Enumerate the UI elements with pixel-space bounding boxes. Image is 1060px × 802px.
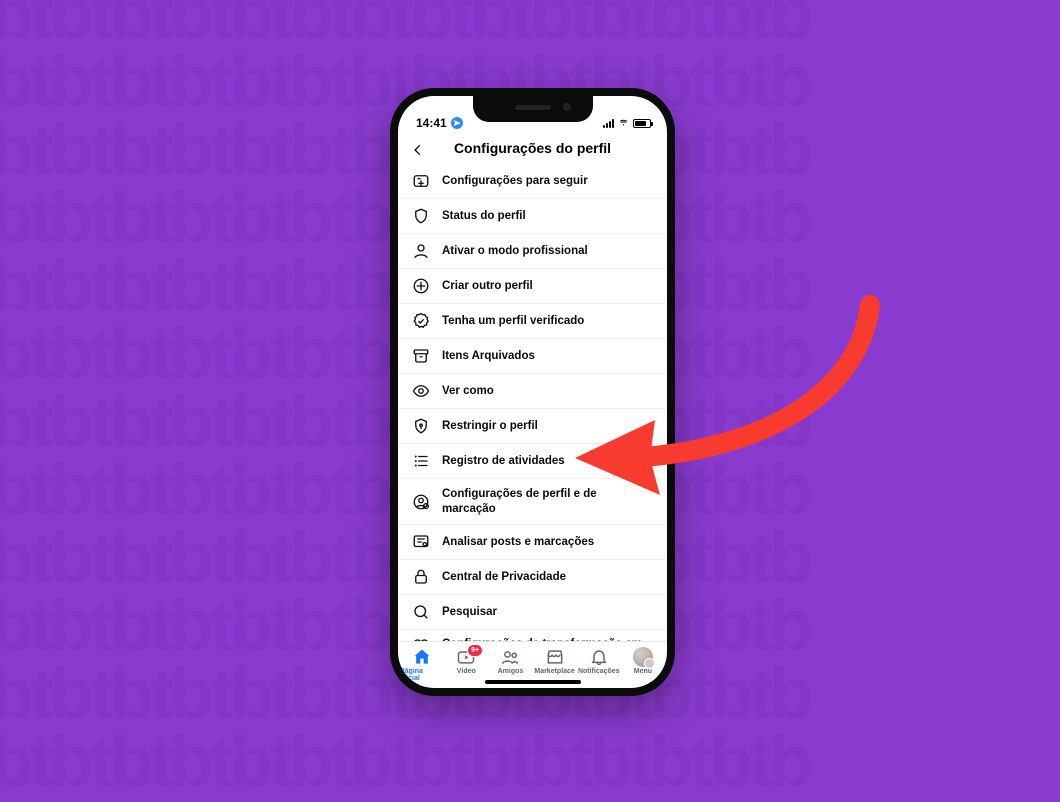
tab-bar: Página inicial 9+ Vídeo Amigos Marketpl [398, 641, 667, 688]
settings-item-label: Pesquisar [442, 605, 497, 619]
settings-item-memorial[interactable]: Configurações de transformação em memori… [398, 630, 667, 641]
phone-screen: 14:41 Configurações do perfil [398, 96, 667, 688]
settings-item-restrict[interactable]: Restringir o perfil [398, 409, 667, 444]
settings-item-tagging[interactable]: Configurações de perfil e de marcação [398, 479, 667, 525]
settings-item-label: Analisar posts e marcações [442, 535, 594, 549]
tab-menu[interactable]: Menu [621, 644, 665, 688]
settings-item-search[interactable]: Pesquisar [398, 595, 667, 630]
bell-icon [589, 647, 609, 667]
verified-badge-icon [412, 312, 430, 330]
shield-icon [412, 207, 430, 225]
settings-item-label: Ativar o modo profissional [442, 244, 588, 258]
tab-label: Marketplace [534, 668, 574, 675]
settings-item-professional[interactable]: Ativar o modo profissional [398, 234, 667, 269]
nav-header: Configurações do perfil [398, 132, 667, 164]
settings-item-label: Registro de atividades [442, 454, 565, 468]
cellular-icon [603, 118, 614, 128]
lock-icon [412, 568, 430, 586]
settings-item-privacy-center[interactable]: Central de Privacidade [398, 560, 667, 595]
tab-video[interactable]: 9+ Vídeo [444, 644, 488, 688]
battery-icon [633, 119, 651, 128]
settings-item-label: Restringir o perfil [442, 419, 538, 433]
settings-item-activity-log[interactable]: Registro de atividades [398, 444, 667, 479]
settings-item-label: Configurações para seguir [442, 174, 588, 188]
tab-label: Vídeo [457, 668, 476, 675]
settings-item-label: Configurações de perfil e de marcação [442, 487, 653, 516]
settings-item-status[interactable]: Status do perfil [398, 199, 667, 234]
wifi-icon [617, 116, 630, 130]
settings-item-follow[interactable]: Configurações para seguir [398, 164, 667, 199]
tab-label: Amigos [498, 668, 524, 675]
settings-item-label: Central de Privacidade [442, 570, 566, 584]
tab-label: Notificações [578, 668, 620, 675]
person-icon [412, 242, 430, 260]
location-icon [451, 117, 463, 129]
plus-circle-icon [412, 277, 430, 295]
settings-item-archived[interactable]: Itens Arquivados [398, 339, 667, 374]
home-indicator [485, 680, 581, 684]
follow-settings-icon [412, 172, 430, 190]
settings-item-label: Tenha um perfil verificado [442, 314, 584, 328]
settings-list: Configurações para seguir Status do perf… [398, 164, 667, 640]
activity-log-icon [412, 452, 430, 470]
review-posts-icon [412, 533, 430, 551]
tab-label: Página inicial [400, 668, 444, 682]
friends-icon [500, 647, 520, 667]
settings-item-label: Ver como [442, 384, 494, 398]
settings-item-label: Status do perfil [442, 209, 526, 223]
tab-label: Menu [634, 668, 652, 675]
settings-item-label: Itens Arquivados [442, 349, 535, 363]
eye-icon [412, 382, 430, 400]
page-title: Configurações do perfil [454, 140, 611, 156]
tab-home[interactable]: Página inicial [400, 644, 444, 688]
menu-avatar-icon [633, 647, 653, 667]
settings-item-create-profile[interactable]: Criar outro perfil [398, 269, 667, 304]
shield-lock-icon [412, 417, 430, 435]
phone-notch [473, 96, 593, 122]
profile-tag-icon [412, 493, 430, 511]
home-icon [412, 647, 432, 667]
settings-item-label: Criar outro perfil [442, 279, 533, 293]
phone-frame: 14:41 Configurações do perfil [390, 88, 675, 696]
settings-item-view-as[interactable]: Ver como [398, 374, 667, 409]
marketplace-icon [545, 647, 565, 667]
tab-notifications[interactable]: Notificações [577, 644, 621, 688]
tab-badge: 9+ [467, 644, 483, 657]
back-button[interactable] [404, 138, 432, 162]
status-time: 14:41 [416, 116, 447, 130]
settings-item-verified[interactable]: Tenha um perfil verificado [398, 304, 667, 339]
archive-icon [412, 347, 430, 365]
search-icon [412, 603, 430, 621]
settings-item-review-posts[interactable]: Analisar posts e marcações [398, 525, 667, 560]
